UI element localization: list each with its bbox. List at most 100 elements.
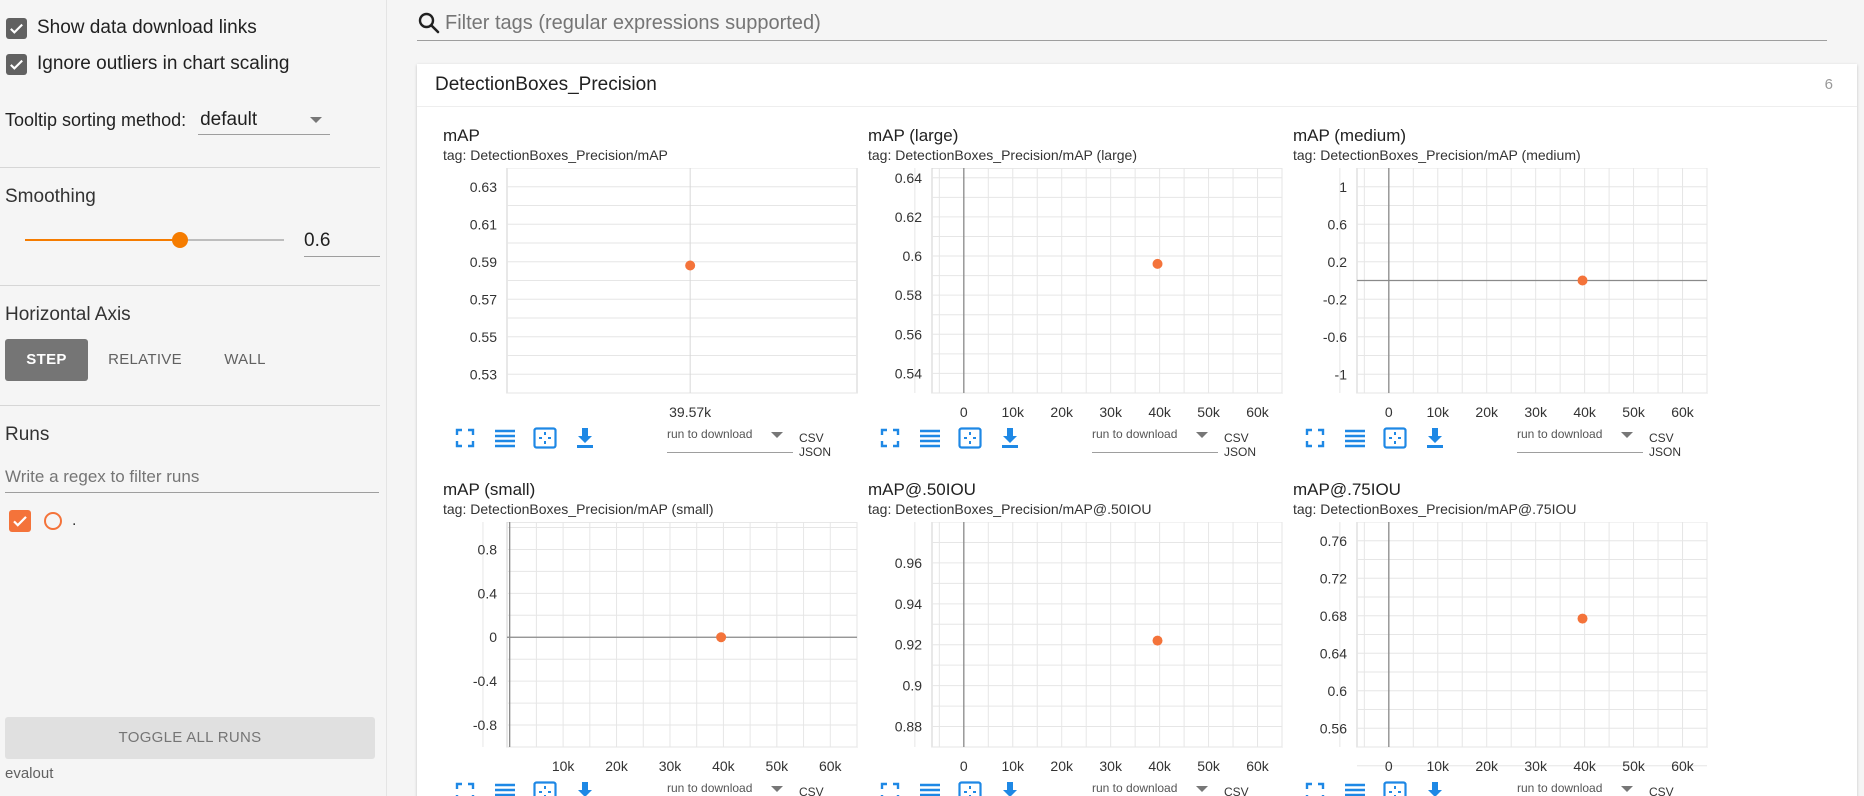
y-tick-label: 0.68 bbox=[1320, 608, 1347, 624]
download-icon[interactable] bbox=[1423, 426, 1447, 450]
y-tick-label: 0.92 bbox=[895, 637, 922, 653]
fullscreen-icon[interactable] bbox=[453, 426, 477, 450]
y-tick-label: 0.64 bbox=[1320, 645, 1347, 661]
data-point[interactable] bbox=[1577, 275, 1588, 286]
run-to-download-label: run to download bbox=[1517, 781, 1603, 795]
fit-domain-icon[interactable] bbox=[958, 426, 982, 450]
main-content: Filter tags (regular expressions support… bbox=[387, 0, 1864, 796]
y-tick-label: 0.76 bbox=[1320, 533, 1347, 549]
smoothing-slider-thumb[interactable] bbox=[172, 232, 189, 248]
data-point[interactable] bbox=[1152, 635, 1163, 646]
x-tick-label: 40k bbox=[1148, 758, 1172, 772]
run-to-download-select[interactable]: run to download bbox=[1517, 776, 1643, 796]
data-point[interactable] bbox=[1152, 258, 1163, 269]
csv-link[interactable]: CSV bbox=[1649, 785, 1674, 796]
log-scale-icon[interactable] bbox=[493, 780, 517, 796]
download-icon[interactable] bbox=[573, 780, 597, 796]
log-scale-icon[interactable] bbox=[1343, 426, 1367, 450]
x-tick-label: 20k bbox=[605, 758, 629, 772]
fit-domain-icon[interactable] bbox=[1383, 780, 1407, 796]
fit-domain-icon[interactable] bbox=[1383, 426, 1407, 450]
fullscreen-icon[interactable] bbox=[1303, 426, 1327, 450]
csv-link[interactable]: CSV bbox=[1224, 785, 1249, 796]
search-icon bbox=[418, 12, 440, 34]
chart-plot[interactable]: 0.56 0.6 0.64 0.68 0.72 0.76 0 10k 20k 30k 40k 50k 6… bbox=[1293, 522, 1713, 772]
ignore-outliers-checkbox[interactable] bbox=[6, 53, 27, 75]
run-to-download-select[interactable]: run to download bbox=[667, 776, 793, 796]
toggle-all-runs-button[interactable]: TOGGLE ALL RUNS bbox=[5, 717, 375, 759]
chart-title: mAP@.75IOU bbox=[1293, 480, 1401, 499]
chart-tag: tag: DetectionBoxes_Precision/mAP (small… bbox=[443, 501, 714, 517]
tooltip-sorting-row: Tooltip sorting method: default bbox=[5, 106, 331, 135]
run-color-circle[interactable] bbox=[44, 512, 62, 530]
run-to-download-select[interactable]: run to download bbox=[1517, 422, 1643, 453]
chart-plot[interactable]: 0.54 0.56 0.58 0.6 0.62 0.64 0 10k 20k 30k 40k 50k 6… bbox=[868, 168, 1288, 418]
chart-plot[interactable]: -1 -0.6 -0.2 0.2 0.6 1 0 10k 20k 30k 40k 50k 60k bbox=[1293, 168, 1713, 418]
csv-link[interactable]: CSV bbox=[1224, 431, 1249, 445]
scalar-chart-panel: mAP (large) tag: DetectionBoxes_Precisio… bbox=[868, 126, 1288, 476]
json-link[interactable]: JSON bbox=[1224, 445, 1256, 459]
data-point[interactable] bbox=[685, 260, 696, 271]
run-to-download-select[interactable]: run to download bbox=[1092, 776, 1218, 796]
download-links: CSV JSON bbox=[1649, 785, 1713, 796]
fit-domain-icon[interactable] bbox=[533, 780, 557, 796]
runs-filter-input[interactable]: Write a regex to filter runs bbox=[5, 462, 379, 493]
y-tick-label: 0.6 bbox=[1328, 683, 1348, 699]
fullscreen-icon[interactable] bbox=[1303, 780, 1327, 796]
x-tick-label: 20k bbox=[1050, 758, 1074, 772]
x-tick-label: 30k bbox=[659, 758, 683, 772]
axis-wall-button[interactable]: WALL bbox=[205, 339, 285, 381]
y-tick-label: 0.4 bbox=[478, 585, 498, 601]
smoothing-slider[interactable] bbox=[25, 232, 284, 248]
chart-toolbar bbox=[453, 780, 613, 796]
run-item[interactable]: . bbox=[9, 510, 76, 532]
ignore-outliers-option[interactable]: Ignore outliers in chart scaling bbox=[6, 49, 289, 79]
csv-link[interactable]: CSV bbox=[799, 431, 824, 445]
log-scale-icon[interactable] bbox=[918, 426, 942, 450]
log-scale-icon[interactable] bbox=[1343, 780, 1367, 796]
download-icon[interactable] bbox=[573, 426, 597, 450]
download-icon[interactable] bbox=[998, 780, 1022, 796]
show-download-links-checkbox[interactable] bbox=[6, 17, 27, 39]
chart-plot[interactable]: 0.53 0.55 0.57 0.59 0.61 0.63 39.57k bbox=[443, 168, 863, 418]
tag-group-header[interactable]: DetectionBoxes_Precision 6 bbox=[417, 64, 1857, 107]
json-link[interactable]: JSON bbox=[1649, 445, 1681, 459]
csv-link[interactable]: CSV bbox=[799, 785, 824, 796]
download-links: CSV JSON bbox=[799, 431, 863, 459]
plot-area bbox=[931, 168, 1283, 394]
tag-filter-bar[interactable]: Filter tags (regular expressions support… bbox=[417, 6, 1827, 41]
tooltip-sorting-select[interactable]: default bbox=[198, 106, 331, 135]
json-link[interactable]: JSON bbox=[799, 445, 831, 459]
download-icon[interactable] bbox=[998, 426, 1022, 450]
fullscreen-icon[interactable] bbox=[453, 780, 477, 796]
ignore-outliers-label: Ignore outliers in chart scaling bbox=[37, 53, 290, 74]
y-tick-label: 0.53 bbox=[470, 366, 497, 382]
y-tick-label: -0.8 bbox=[473, 717, 497, 733]
fit-domain-icon[interactable] bbox=[958, 780, 982, 796]
chart-plot[interactable]: -0.8 -0.4 0 0.4 0.8 10k 20k 30k 40k 50k 60k bbox=[443, 522, 863, 772]
smoothing-value-input[interactable]: 0.6 bbox=[304, 226, 380, 257]
axis-relative-button[interactable]: RELATIVE bbox=[100, 339, 190, 381]
log-scale-icon[interactable] bbox=[918, 780, 942, 796]
run-checkbox[interactable] bbox=[9, 510, 31, 532]
data-point[interactable] bbox=[716, 632, 727, 643]
axis-step-button[interactable]: STEP bbox=[5, 339, 88, 381]
run-to-download-select[interactable]: run to download bbox=[1092, 422, 1218, 453]
y-tick-label: 0.9 bbox=[903, 678, 923, 694]
download-icon[interactable] bbox=[1423, 780, 1447, 796]
csv-link[interactable]: CSV bbox=[1649, 431, 1674, 445]
fullscreen-icon[interactable] bbox=[878, 426, 902, 450]
chart-title: mAP (small) bbox=[443, 480, 536, 499]
data-point[interactable] bbox=[1577, 613, 1588, 624]
run-to-download-select[interactable]: run to download bbox=[667, 422, 793, 453]
fit-domain-icon[interactable] bbox=[533, 426, 557, 450]
log-scale-icon[interactable] bbox=[493, 426, 517, 450]
chart-toolbar bbox=[878, 780, 1038, 796]
fullscreen-icon[interactable] bbox=[878, 780, 902, 796]
x-tick-label: 39.57k bbox=[669, 404, 712, 418]
show-download-links-option[interactable]: Show data download links bbox=[6, 13, 257, 43]
chart-plot[interactable]: 0.88 0.9 0.92 0.94 0.96 0 10k 20k 30k 40k 50k 60k bbox=[868, 522, 1288, 772]
x-tick-label: 10k bbox=[1001, 404, 1025, 418]
y-tick-label: -0.2 bbox=[1323, 291, 1347, 307]
tag-filter-input[interactable]: Filter tags (regular expressions support… bbox=[445, 12, 821, 35]
